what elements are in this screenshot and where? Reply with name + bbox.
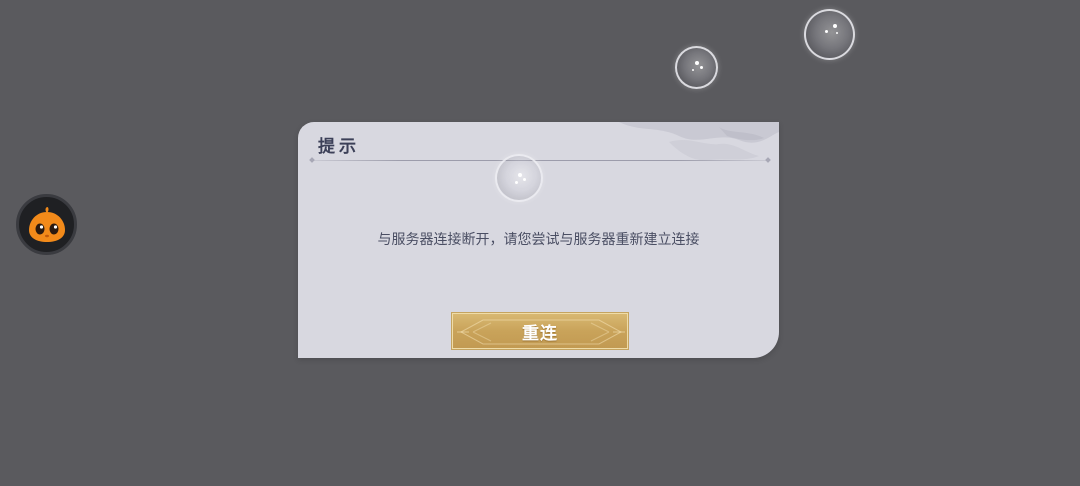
dialog-message: 与服务器连接断开，请您尝试与服务器重新建立连接: [377, 232, 700, 248]
dialog-title: 提示: [318, 137, 360, 157]
orange-blob-mascot-icon: [28, 206, 65, 242]
disconnect-dialog: 提示 与服务器连接断开，请您尝试与服务器重新建立连接 重连: [298, 122, 779, 358]
mascot-assistant-button[interactable]: [16, 194, 77, 255]
bubble-icon: [495, 154, 543, 202]
title-divider: [310, 160, 770, 161]
bubble-icon: [675, 46, 718, 89]
bubble-icon: [804, 9, 855, 60]
reconnect-button[interactable]: 重连: [451, 312, 629, 350]
reconnect-label: 重连: [522, 323, 558, 344]
